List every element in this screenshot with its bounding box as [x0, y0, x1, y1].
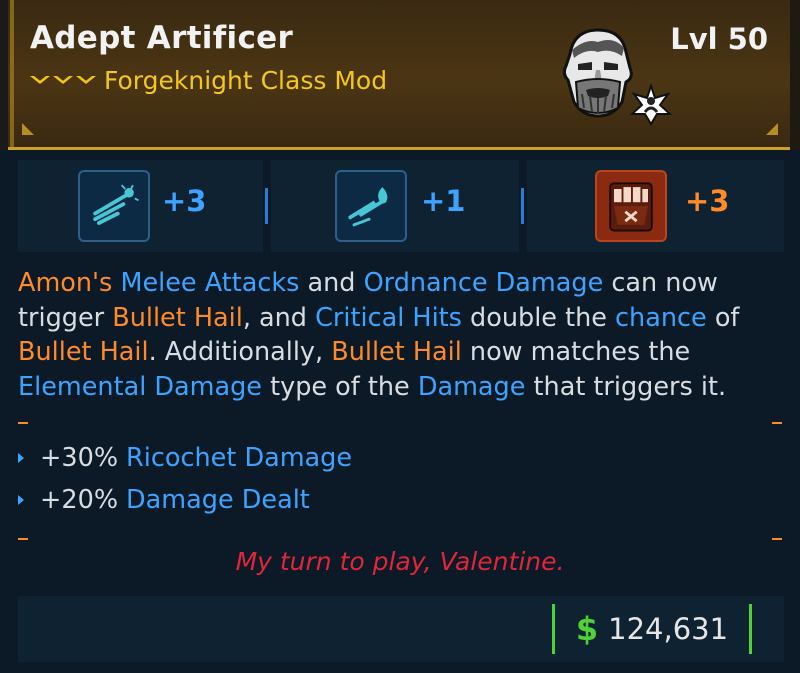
keyword-damage: Damage — [417, 371, 526, 402]
item-header: Adept Artificer Forgeknight Class Mod Lv… — [0, 0, 800, 150]
description-text: and — [299, 268, 364, 298]
throw-weapon-skill-icon — [78, 170, 150, 242]
corner-left-decoration — [22, 123, 34, 135]
flavor-text: My turn to play, Valentine. — [235, 547, 565, 576]
stat-label: Ricochet Damage — [126, 443, 353, 473]
description-text: , and — [242, 302, 316, 333]
keyword-chance: chance — [615, 302, 707, 333]
bullet-arrow-icon — [18, 495, 24, 505]
header-right-edge — [790, 0, 800, 150]
skill-bonus-slot[interactable]: +3 — [18, 160, 263, 252]
header-left-accent — [10, 0, 14, 150]
skill-bonus-value: +1 — [421, 184, 466, 218]
keyword-bullet-hail: Bullet Hail — [18, 337, 149, 367]
keyword-bullet-hail: Bullet Hail — [112, 302, 243, 333]
fist-skill-icon — [595, 170, 667, 242]
bullet-arrow-icon — [18, 453, 24, 463]
keyword-melee-attacks: Melee Attacks — [120, 268, 300, 298]
keyword-ordnance-damage: Ordnance Damage — [363, 268, 604, 298]
item-description: Amon's Melee Attacks and Ordnance Damage… — [18, 266, 788, 404]
skill-separator — [265, 188, 268, 224]
flame-slash-skill-icon — [335, 170, 407, 242]
description-text: of — [706, 302, 740, 333]
character-portrait-icon — [562, 28, 633, 118]
skill-bonus-slot[interactable]: +3 — [527, 160, 784, 252]
stat-line: +30% Ricochet Damage — [18, 441, 352, 475]
price-value: 124,631 — [608, 612, 729, 646]
skill-bonus-value: +3 — [685, 184, 730, 218]
section-divider — [18, 538, 782, 540]
header-left-edge — [0, 0, 8, 150]
class-mod-badge-icon — [630, 84, 672, 126]
item-level: Lvl 50 — [670, 22, 768, 56]
stat-label: Damage Dealt — [126, 485, 310, 515]
description-text: type of the — [262, 371, 418, 402]
price-display: $ 124,631 — [552, 604, 752, 654]
description-text: . Additionally, — [148, 337, 332, 367]
stat-value: +20% — [40, 485, 119, 515]
corner-right-decoration — [766, 123, 778, 135]
item-type-label: Forgeknight Class Mod — [104, 65, 388, 95]
keyword-character: Amon's — [18, 268, 113, 298]
keyword-bullet-hail: Bullet Hail — [331, 337, 462, 367]
description-text: double the — [461, 302, 616, 333]
description-text: that triggers it. — [525, 371, 727, 402]
section-divider — [18, 422, 782, 424]
description-text: now matches the — [461, 337, 691, 367]
skill-separator — [521, 188, 524, 224]
rarity-chevrons-icon — [30, 76, 96, 84]
currency-icon: $ — [575, 610, 599, 648]
price-footer: $ 124,631 — [18, 596, 784, 662]
skill-bonus-slot[interactable]: +1 — [271, 160, 519, 252]
item-type: Forgeknight Class Mod — [30, 64, 387, 96]
keyword-elemental-damage: Elemental Damage — [18, 371, 262, 402]
skill-bonus-row: +3 +1 +3 — [18, 160, 784, 252]
skill-bonus-value: +3 — [162, 184, 207, 218]
stat-line: +20% Damage Dealt — [18, 483, 310, 517]
item-name: Adept Artificer — [30, 20, 294, 56]
keyword-critical-hits: Critical Hits — [315, 302, 462, 333]
stat-value: +30% — [40, 443, 119, 473]
